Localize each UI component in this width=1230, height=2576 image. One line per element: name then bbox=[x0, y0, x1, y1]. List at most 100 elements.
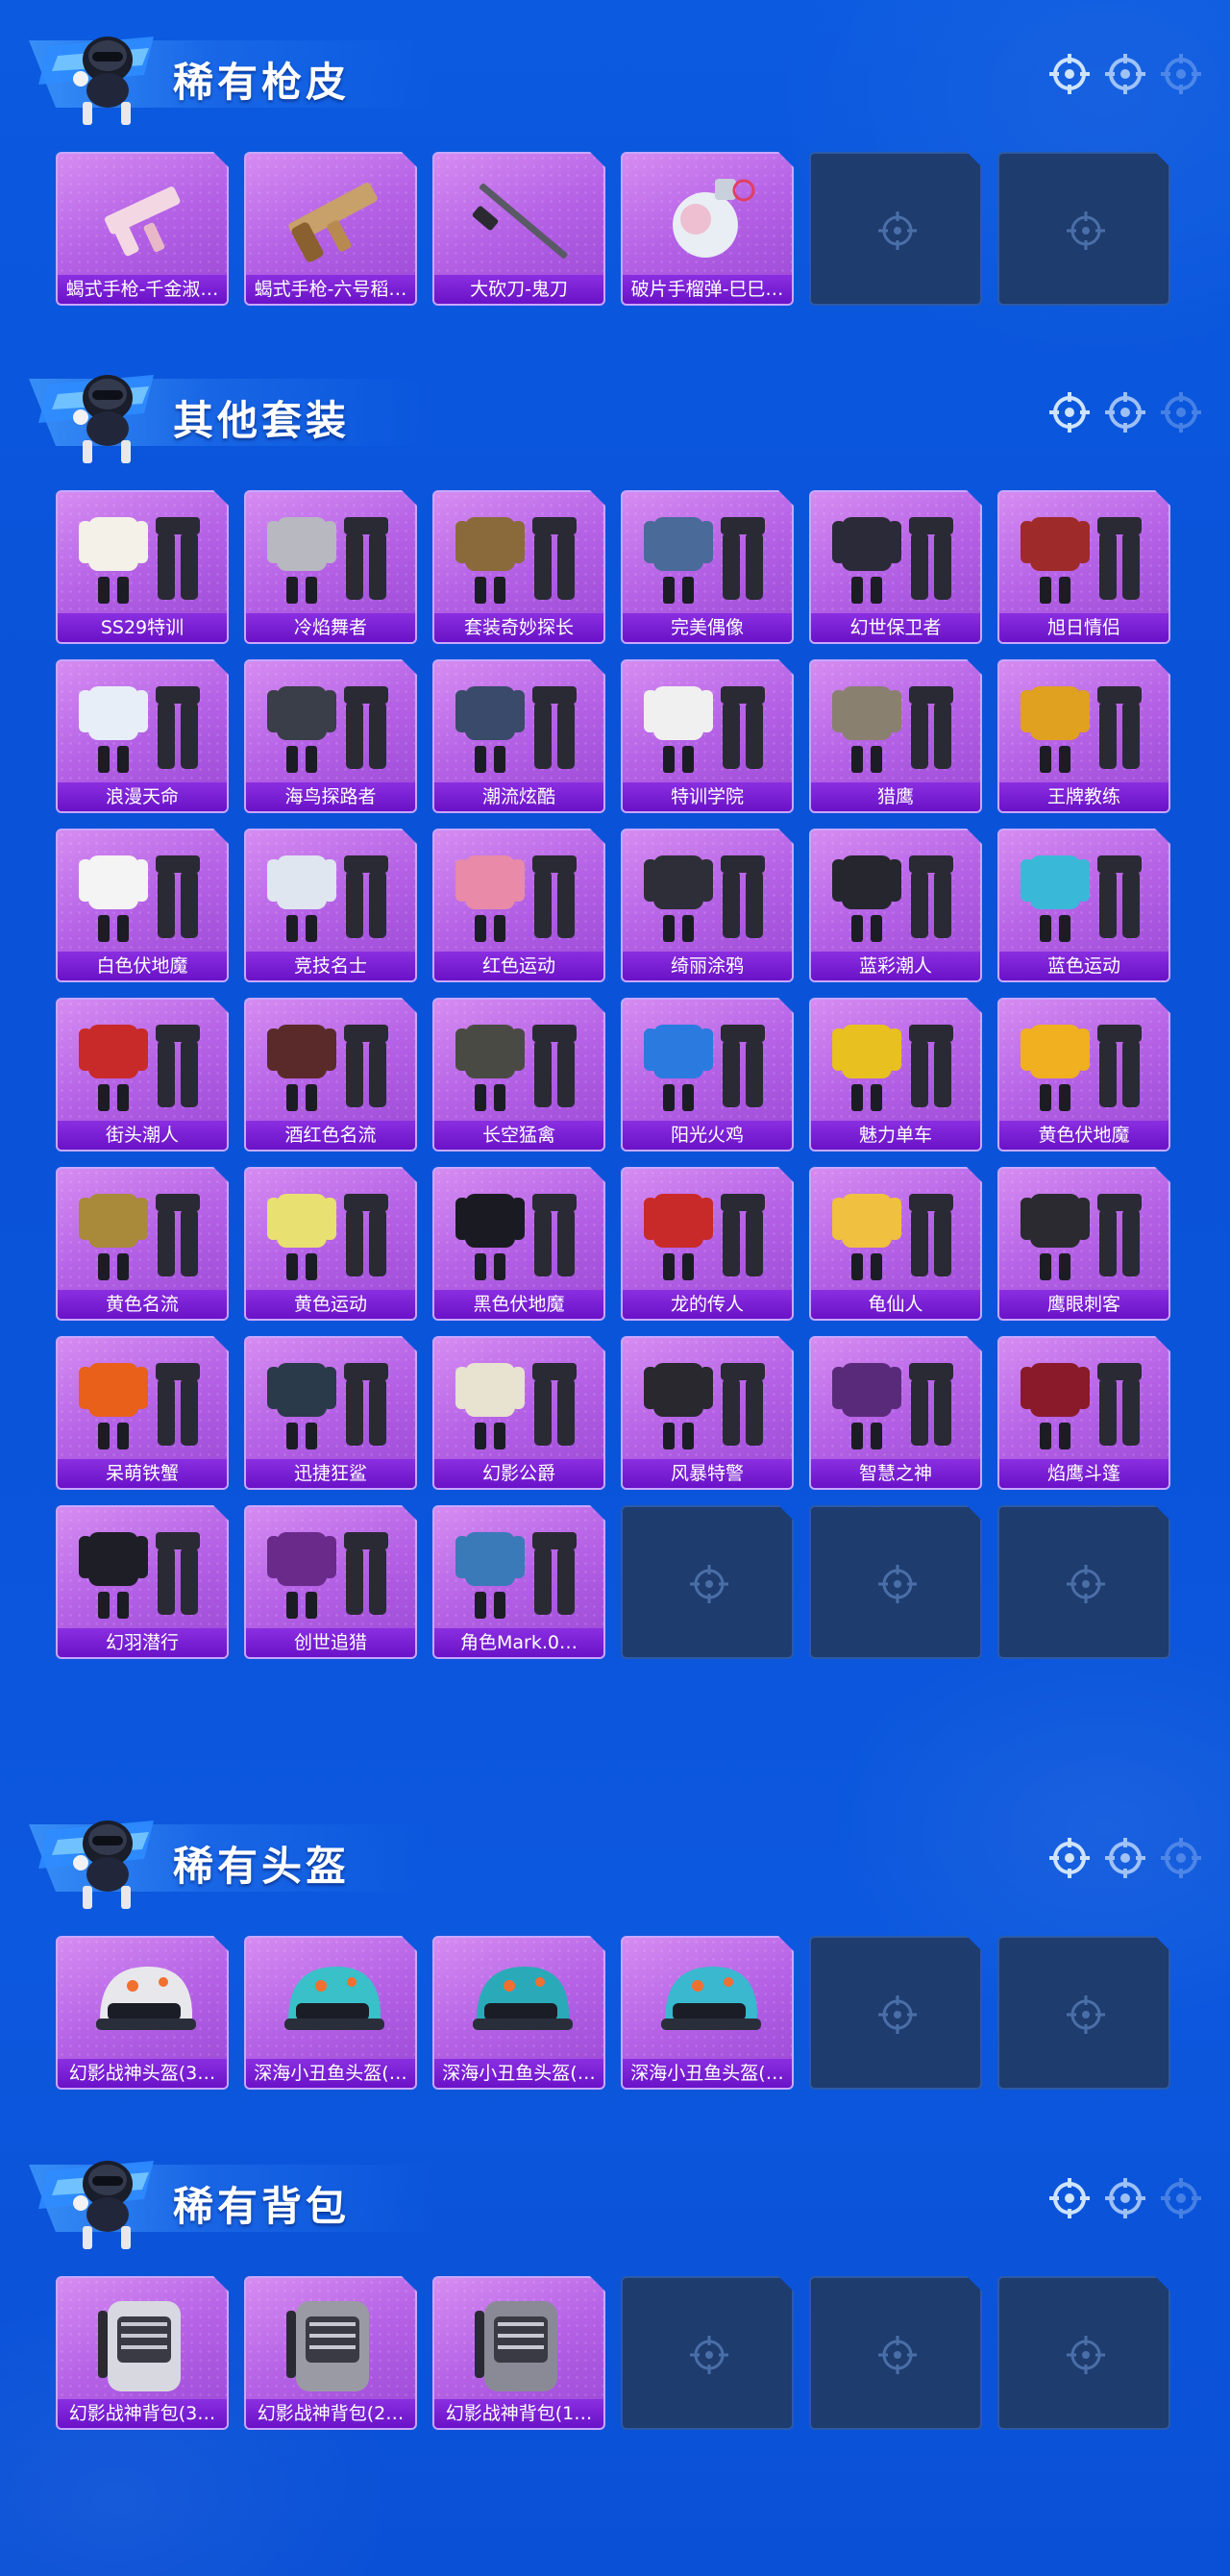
header-decoration bbox=[1049, 54, 1201, 94]
item-card[interactable]: 蝎式手枪-六号稻… bbox=[244, 152, 417, 306]
item-grid: SS29特训 冷焰舞者 套装奇妙探长 完美偶像 幻世保卫者 旭日情侣 浪漫天命 … bbox=[56, 490, 1170, 1659]
item-label: 蓝色运动 bbox=[999, 952, 1168, 980]
item-card[interactable]: 长空猛禽 bbox=[432, 998, 605, 1152]
item-label: 焰鹰斗篷 bbox=[999, 1459, 1168, 1488]
item-card[interactable]: 幻影战神背包(2… bbox=[244, 2276, 417, 2430]
item-card[interactable]: 白色伏地魔 bbox=[56, 829, 229, 982]
empty-slot bbox=[997, 1505, 1170, 1659]
item-card[interactable]: 深海小丑鱼头盔(… bbox=[432, 1936, 605, 2090]
item-card[interactable]: 旭日情侣 bbox=[997, 490, 1170, 644]
item-card[interactable]: 创世追猎 bbox=[244, 1505, 417, 1659]
crosshair-icon bbox=[876, 1994, 919, 2036]
item-card[interactable]: 浪漫天命 bbox=[56, 659, 229, 813]
item-label: 破片手榴弹-巳巳… bbox=[623, 275, 792, 304]
outfit-icon bbox=[263, 842, 402, 950]
outfit-icon bbox=[828, 1180, 967, 1288]
item-card[interactable]: SS29特训 bbox=[56, 490, 229, 644]
item-label: 深海小丑鱼头盔(… bbox=[246, 2059, 415, 2088]
outfit-icon bbox=[75, 1011, 213, 1119]
crosshair-icon bbox=[1065, 2334, 1107, 2376]
item-label: 魅力单车 bbox=[811, 1121, 980, 1150]
item-card[interactable]: 深海小丑鱼头盔(… bbox=[621, 1936, 794, 2090]
item-card[interactable]: 王牌教练 bbox=[997, 659, 1170, 813]
outfit-icon bbox=[640, 1180, 778, 1288]
item-card[interactable]: 焰鹰斗篷 bbox=[997, 1336, 1170, 1490]
item-card[interactable]: 黄色运动 bbox=[244, 1167, 417, 1321]
section-0: 稀有枪皮 蝎式手枪-千金淑… 蝎式手枪-六号稻… 大砍刀-鬼刀 破片手榴弹-巳巳… bbox=[0, 0, 1230, 106]
item-card[interactable]: 大砍刀-鬼刀 bbox=[432, 152, 605, 306]
outfit-icon bbox=[640, 673, 778, 780]
item-card[interactable]: 竞技名士 bbox=[244, 829, 417, 982]
section-2: 稀有头盔 幻影战神头盔(3… 深海小丑鱼头盔(… 深海小丑鱼头盔(… 深海小丑鱼… bbox=[0, 1784, 1230, 1890]
item-card[interactable]: 幻影战神头盔(3… bbox=[56, 1936, 229, 2090]
crosshair-icon bbox=[1105, 1838, 1145, 1878]
crosshair-icon bbox=[1105, 392, 1145, 433]
crosshair-icon bbox=[1161, 392, 1201, 433]
item-label: 套装奇妙探长 bbox=[434, 613, 603, 642]
item-card[interactable]: 智慧之神 bbox=[809, 1336, 982, 1490]
item-card[interactable]: 龙的传人 bbox=[621, 1167, 794, 1321]
item-card[interactable]: 角色Mark.0… bbox=[432, 1505, 605, 1659]
item-card[interactable]: 套装奇妙探长 bbox=[432, 490, 605, 644]
item-card[interactable]: 风暴特警 bbox=[621, 1336, 794, 1490]
backpack-icon bbox=[75, 2290, 213, 2397]
item-card[interactable]: 阳光火鸡 bbox=[621, 998, 794, 1152]
section-title: 稀有背包 bbox=[173, 2183, 351, 2230]
outfit-icon bbox=[452, 504, 590, 611]
item-label: 白色伏地魔 bbox=[58, 952, 227, 980]
item-card[interactable]: 蓝彩潮人 bbox=[809, 829, 982, 982]
item-card[interactable]: 黑色伏地魔 bbox=[432, 1167, 605, 1321]
outfit-icon bbox=[828, 1011, 967, 1119]
item-card[interactable]: 黄色伏地魔 bbox=[997, 998, 1170, 1152]
item-label: 阳光火鸡 bbox=[623, 1121, 792, 1150]
item-label: 幻影战神背包(2… bbox=[246, 2399, 415, 2428]
item-card[interactable]: 幻影战神背包(3… bbox=[56, 2276, 229, 2430]
item-label: 幻世保卫者 bbox=[811, 613, 980, 642]
item-card[interactable]: 龟仙人 bbox=[809, 1167, 982, 1321]
outfit-icon bbox=[263, 1350, 402, 1457]
outfit-icon bbox=[640, 1011, 778, 1119]
item-card[interactable]: 幻影战神背包(1… bbox=[432, 2276, 605, 2430]
outfit-icon bbox=[75, 1519, 213, 1626]
empty-slot bbox=[809, 152, 982, 306]
outfit-icon bbox=[75, 504, 213, 611]
item-label: 龟仙人 bbox=[811, 1290, 980, 1319]
item-label: 黑色伏地魔 bbox=[434, 1290, 603, 1319]
item-card[interactable]: 破片手榴弹-巳巳… bbox=[621, 152, 794, 306]
item-label: 竞技名士 bbox=[246, 952, 415, 980]
item-card[interactable]: 深海小丑鱼头盔(… bbox=[244, 1936, 417, 2090]
item-card[interactable]: 猎鹰 bbox=[809, 659, 982, 813]
rifle-icon bbox=[263, 165, 402, 273]
helmet-icon bbox=[263, 1949, 402, 2057]
outfit-icon bbox=[75, 1350, 213, 1457]
item-card[interactable]: 冷焰舞者 bbox=[244, 490, 417, 644]
item-card[interactable]: 呆萌铁蟹 bbox=[56, 1336, 229, 1490]
item-card[interactable]: 幻羽潜行 bbox=[56, 1505, 229, 1659]
item-card[interactable]: 红色运动 bbox=[432, 829, 605, 982]
item-label: 幻影战神背包(3… bbox=[58, 2399, 227, 2428]
crosshair-icon bbox=[1049, 54, 1090, 94]
item-card[interactable]: 迅捷狂鲨 bbox=[244, 1336, 417, 1490]
item-card[interactable]: 街头潮人 bbox=[56, 998, 229, 1152]
item-card[interactable]: 魅力单车 bbox=[809, 998, 982, 1152]
item-card[interactable]: 特训学院 bbox=[621, 659, 794, 813]
item-card[interactable]: 蓝色运动 bbox=[997, 829, 1170, 982]
item-card[interactable]: 幻影公爵 bbox=[432, 1336, 605, 1490]
crosshair-icon bbox=[1049, 2178, 1090, 2218]
item-card[interactable]: 完美偶像 bbox=[621, 490, 794, 644]
item-card[interactable]: 海鸟探路者 bbox=[244, 659, 417, 813]
item-card[interactable]: 蝎式手枪-千金淑… bbox=[56, 152, 229, 306]
item-card[interactable]: 酒红色名流 bbox=[244, 998, 417, 1152]
item-card[interactable]: 鹰眼刺客 bbox=[997, 1167, 1170, 1321]
outfit-icon bbox=[828, 1350, 967, 1457]
item-card[interactable]: 黄色名流 bbox=[56, 1167, 229, 1321]
outfit-icon bbox=[452, 842, 590, 950]
item-card[interactable]: 绮丽涂鸦 bbox=[621, 829, 794, 982]
outfit-icon bbox=[263, 673, 402, 780]
item-card[interactable]: 幻世保卫者 bbox=[809, 490, 982, 644]
header-decoration bbox=[1049, 392, 1201, 433]
soldier-mascot-icon bbox=[38, 1792, 163, 1917]
item-card[interactable]: 潮流炫酷 bbox=[432, 659, 605, 813]
helmet-icon bbox=[452, 1949, 590, 2057]
item-label: 长空猛禽 bbox=[434, 1121, 603, 1150]
